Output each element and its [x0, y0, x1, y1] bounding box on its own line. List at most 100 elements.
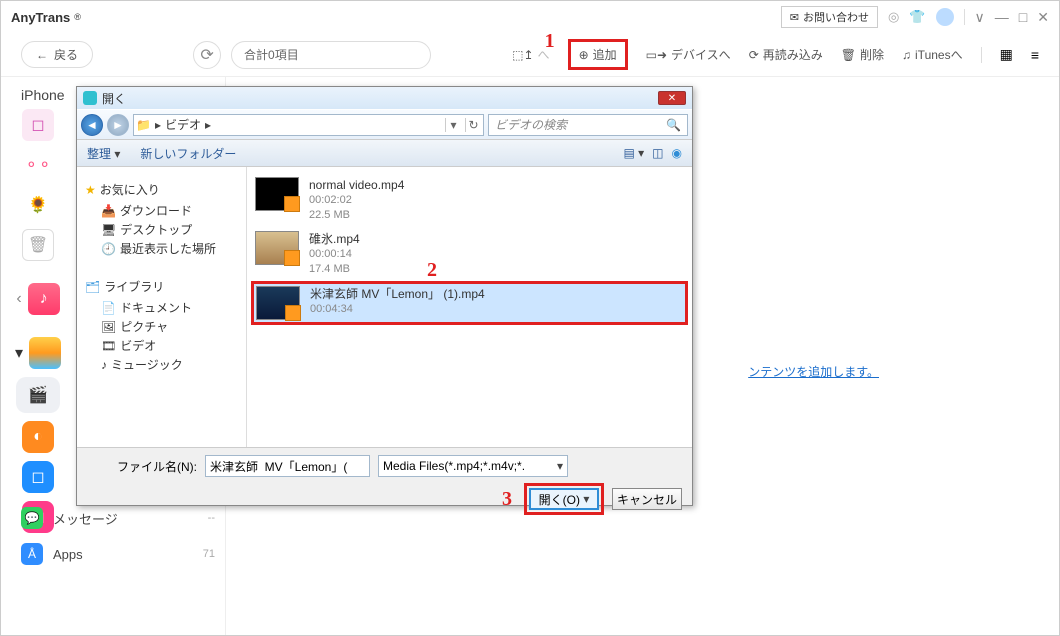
marker-1: 1: [545, 30, 555, 53]
add-button[interactable]: 1 ⊕ 追加: [568, 39, 628, 70]
avatar-icon[interactable]: [936, 8, 954, 26]
to-device-label: デバイスへ: [671, 46, 731, 63]
file-duration: 00:04:34: [310, 302, 485, 317]
dialog-title: 開く: [102, 90, 126, 107]
sidebar-icons: ◻ ⚬⚬ 🌻 🗑 ‹ ♪ ▾ 🎬 ◐ ◻ ◻: [15, 109, 61, 533]
delete-button[interactable]: 🗑 削除: [841, 46, 884, 63]
file-name: normal video.mp4: [309, 177, 404, 193]
chevron-down-icon[interactable]: ∨: [975, 9, 985, 26]
tree-desktop[interactable]: 🖥デスクトップ: [85, 220, 238, 239]
path-dropdown-icon[interactable]: ▾: [445, 118, 461, 132]
help-icon[interactable]: ◉: [672, 146, 682, 160]
tree-music[interactable]: ♪ミュージック: [85, 355, 238, 374]
filename-input[interactable]: [205, 455, 370, 477]
dialog-search-input[interactable]: ビデオの検索 🔍: [488, 114, 688, 136]
video-thumb-icon: [255, 177, 299, 211]
new-folder-button[interactable]: 新しいフォルダー: [140, 145, 236, 162]
minimize-icon[interactable]: —: [995, 9, 1009, 25]
file-duration: 00:02:02: [309, 193, 404, 208]
marker-2: 2: [427, 259, 437, 282]
apps-label: Apps: [53, 547, 83, 562]
chevron-down-icon: ▾: [557, 459, 563, 473]
app-name: AnyTrans: [11, 10, 70, 25]
export-icon: ⬚↥: [512, 48, 533, 62]
music-icon: ♪: [101, 358, 107, 372]
add-content-link[interactable]: ンテンツを追加します。: [748, 363, 879, 380]
split-icon: ▾: [583, 492, 589, 506]
file-duration: 00:00:14: [309, 247, 360, 262]
folder-icon: 📥: [101, 204, 116, 218]
list-view-icon[interactable]: ≡: [1031, 47, 1039, 63]
refresh-button[interactable]: ⟳: [193, 41, 221, 69]
dialog-toolbar: 整理 ▾ 新しいフォルダー ▤ ▾ ◫ ◉: [77, 139, 692, 167]
nav-back-button[interactable]: ◄: [81, 114, 103, 136]
itunes-label: iTunesへ: [915, 46, 963, 63]
grid-view-icon[interactable]: ▦: [1000, 46, 1013, 63]
path-text: ビデオ: [165, 116, 201, 133]
chevron-left-icon[interactable]: ‹: [16, 290, 21, 308]
shirt-icon[interactable]: 👕: [909, 9, 925, 25]
maximize-icon[interactable]: □: [1019, 9, 1027, 25]
file-type-text: Media Files(*.mp4;*.m4v;*.: [383, 459, 557, 473]
view-button[interactable]: ▤ ▾: [623, 146, 644, 160]
star-icon: ★: [85, 183, 96, 197]
cancel-button[interactable]: キャンセル: [612, 488, 682, 510]
summary-text: 合計0項目: [244, 46, 299, 63]
folder-icon: 📁: [136, 118, 151, 132]
refresh-icon: ⟳: [200, 45, 213, 65]
reload-button[interactable]: ⟳ 再読み込み: [749, 46, 823, 63]
inquiry-label: お問い合わせ: [803, 9, 869, 25]
share-icon[interactable]: ⚬⚬: [22, 149, 54, 181]
picture-icon: 🖼: [101, 320, 116, 334]
tree-documents[interactable]: 📄ドキュメント: [85, 298, 238, 317]
orange-app-icon[interactable]: ◐: [22, 421, 54, 453]
dialog-close-button[interactable]: ✕: [658, 91, 686, 105]
organize-button[interactable]: 整理 ▾: [87, 145, 120, 162]
tree-favorites[interactable]: ★お気に入り: [85, 181, 238, 198]
dialog-footer: ファイル名(N): Media Files(*.mp4;*.m4v;*. ▾ 3…: [77, 447, 692, 505]
messages-icon: 💬: [21, 507, 43, 529]
tree-recent[interactable]: 🕘最近表示した場所: [85, 239, 238, 258]
close-icon[interactable]: ✕: [1037, 9, 1049, 26]
to-device-button[interactable]: ▭➜ デバイスへ: [646, 46, 731, 63]
tree-library[interactable]: 🗂ライブラリ: [85, 278, 238, 295]
file-row[interactable]: normal video.mp4 00:02:02 22.5 MB: [251, 173, 688, 227]
open-button[interactable]: 開く(O) ▾: [529, 488, 599, 510]
file-type-select[interactable]: Media Files(*.mp4;*.m4v;*. ▾: [378, 455, 568, 477]
path-refresh-icon[interactable]: ↻: [465, 118, 481, 132]
toolbar: ← 戻る ⟳ 合計0項目 ⬚↥ へ 1 ⊕ 追加 ▭➜ デバイスへ ⟳ 再読み込…: [1, 33, 1059, 77]
separator: [964, 9, 965, 25]
sidebar-item-apps[interactable]: Å Apps 71: [21, 543, 215, 565]
apps-count: 71: [203, 548, 215, 560]
delete-label: 削除: [860, 46, 884, 63]
color-grid-icon[interactable]: [29, 337, 61, 369]
open-file-dialog: 開く ✕ ◄ ► 📁 ▸ ビデオ ▸ ▾ ↻ ビデオの検索 🔍 整理 ▾ 新しい…: [76, 86, 693, 506]
caret-icon[interactable]: ▾: [15, 343, 23, 363]
globe-icon[interactable]: ◎: [888, 9, 899, 25]
file-row-selected[interactable]: 米津玄師 MV「Lemon」 (1).mp4 00:04:34: [251, 281, 688, 325]
plus-circle-icon: ⊕: [579, 48, 589, 62]
tree-pictures[interactable]: 🖼ピクチャ: [85, 317, 238, 336]
search-icon: 🔍: [666, 118, 681, 132]
video-icon: 🎞: [101, 339, 116, 353]
blue-app-icon[interactable]: ◻: [22, 461, 54, 493]
video-thumb-icon: [256, 286, 300, 320]
file-row[interactable]: 碓氷.mp4 00:00:14 17.4 MB: [251, 227, 688, 281]
preview-pane-icon[interactable]: ◫: [652, 146, 663, 160]
music-app-icon[interactable]: ♪: [28, 283, 60, 315]
photos-icon[interactable]: 🌻: [22, 189, 54, 221]
path-combo[interactable]: 📁 ▸ ビデオ ▸ ▾ ↻: [133, 114, 484, 136]
tree-downloads[interactable]: 📥ダウンロード: [85, 201, 238, 220]
trash-sidebar-icon[interactable]: 🗑: [22, 229, 54, 261]
video-app-icon[interactable]: 🎬: [16, 377, 60, 413]
category-icon[interactable]: ◻: [22, 109, 54, 141]
add-label: 追加: [593, 46, 617, 63]
itunes-button[interactable]: ♫ iTunesへ: [902, 46, 963, 63]
title-bar: AnyTrans ® ✉ お問い合わせ ◎ 👕 ∨ — □ ✕: [1, 1, 1059, 33]
nav-forward-button[interactable]: ►: [107, 114, 129, 136]
recent-icon: 🕘: [101, 242, 116, 256]
inquiry-button[interactable]: ✉ お問い合わせ: [781, 6, 878, 28]
back-button[interactable]: ← 戻る: [21, 41, 93, 68]
tree-videos[interactable]: 🎞ビデオ: [85, 336, 238, 355]
video-thumb-icon: [255, 231, 299, 265]
